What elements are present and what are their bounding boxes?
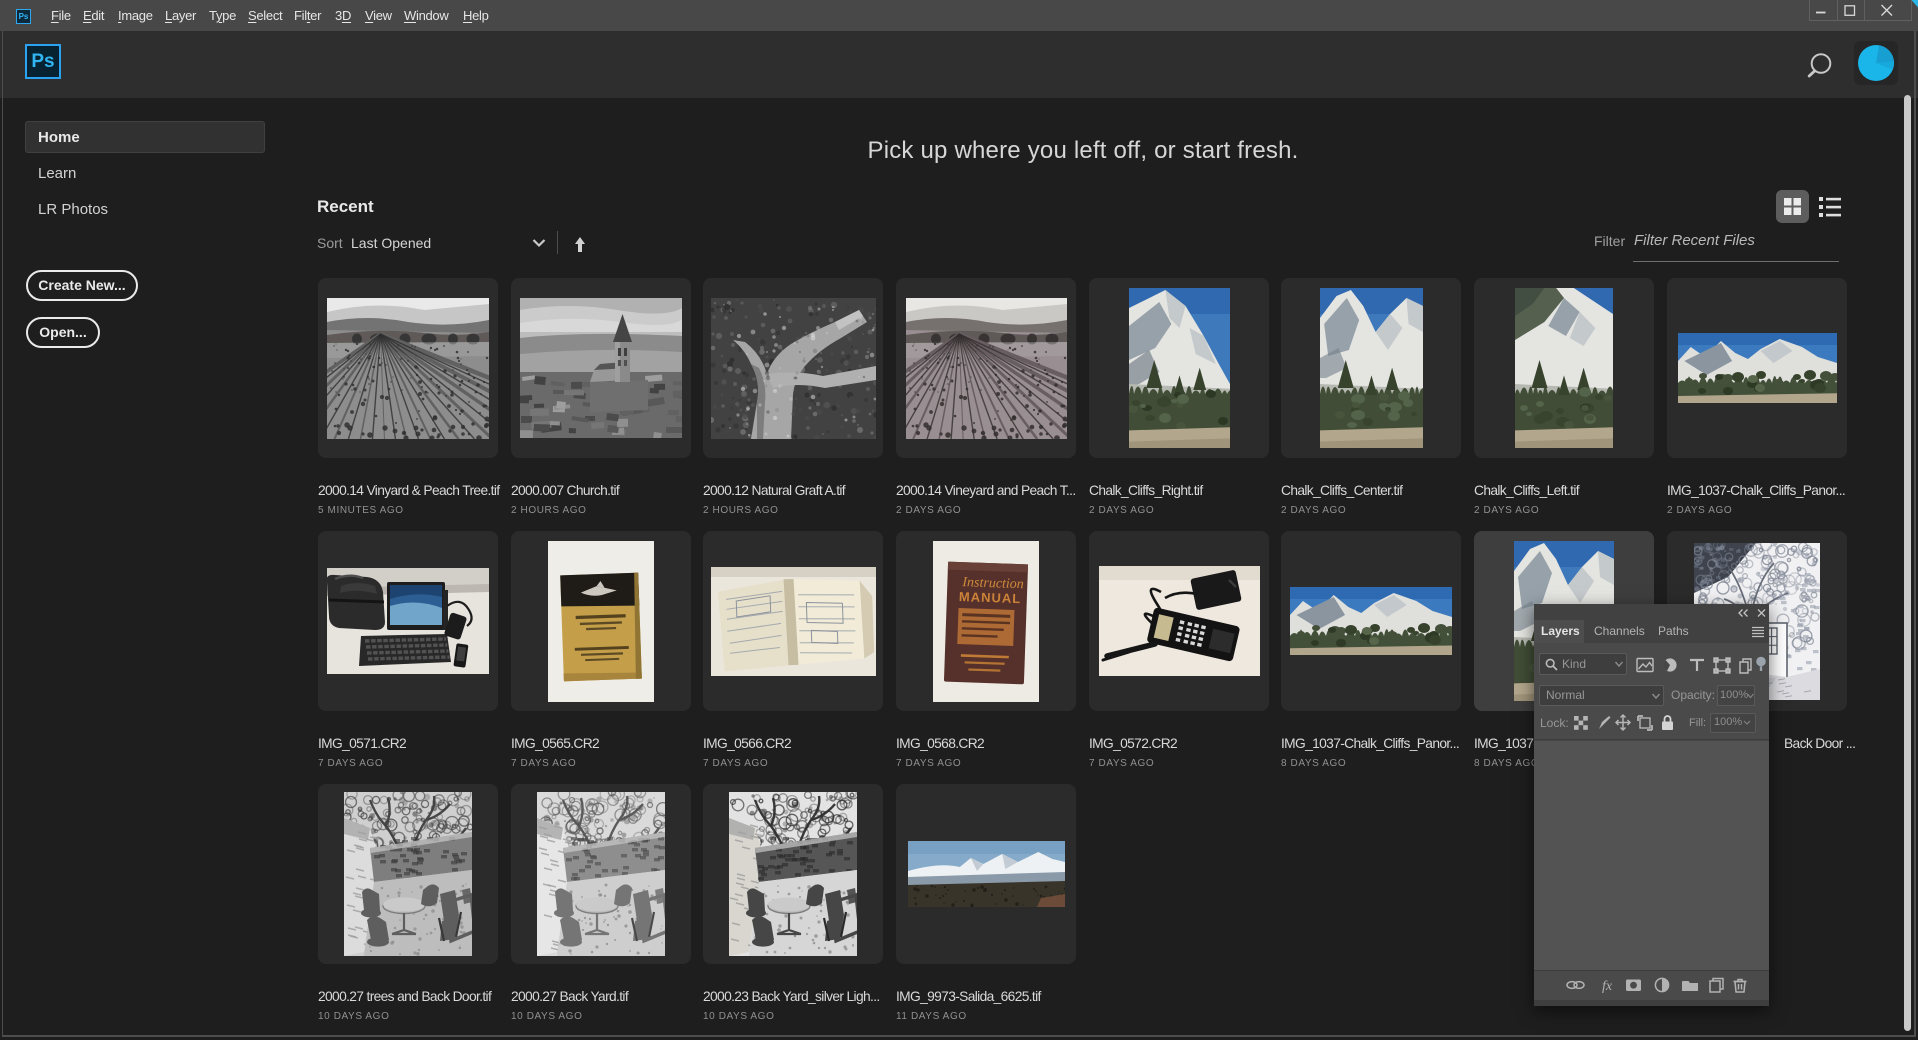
svg-text:MANUAL: MANUAL: [959, 589, 1022, 606]
svg-text:fx: fx: [1602, 979, 1613, 994]
